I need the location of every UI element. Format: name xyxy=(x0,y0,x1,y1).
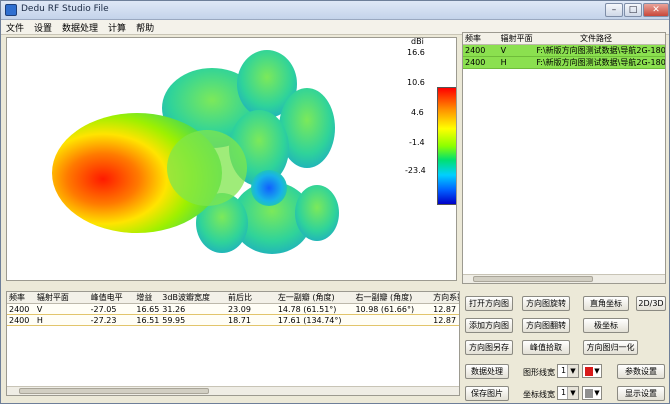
column-header[interactable]: 方向系数 xyxy=(425,292,459,303)
menu-calculate[interactable]: 计算 xyxy=(103,20,131,34)
table-row[interactable]: 2400 V F:\新版方向图测试数据\导航2G-180 xyxy=(463,45,665,57)
cell: 16.65 xyxy=(136,305,160,314)
menu-settings[interactable]: 设置 xyxy=(29,20,57,34)
table-row[interactable]: 2400 H F:\新版方向图测试数据\导航2G-180 xyxy=(463,57,665,69)
cell: F:\新版方向图测试数据\导航2G-180 xyxy=(536,58,665,67)
rotate-pattern-button[interactable]: 方向图旋转 xyxy=(522,296,570,311)
pattern-plot-area[interactable]: dBi 16.6 10.6 4.6 -1.4 -23.4 xyxy=(6,37,457,281)
cell: V xyxy=(36,305,43,314)
column-header[interactable]: 频率 xyxy=(7,292,35,303)
polar-coords-button[interactable]: 极坐标 xyxy=(583,318,629,333)
graph-color-swatch xyxy=(585,367,593,376)
menu-help[interactable]: 帮助 xyxy=(131,20,159,34)
column-header[interactable]: 文件路径 xyxy=(550,33,665,44)
cell xyxy=(345,315,425,325)
app-icon xyxy=(5,4,17,16)
cell: 31.26 xyxy=(162,305,186,314)
column-header[interactable]: 辐射平面 xyxy=(499,33,550,44)
data-processing-button[interactable]: 数据处理 xyxy=(465,364,509,379)
title-bar: Dedu RF Studio File – □ ✕ xyxy=(1,1,669,20)
cell: 12.87 xyxy=(433,305,457,314)
column-header[interactable]: 频率 xyxy=(463,33,499,44)
graph-line-width-select[interactable]: 1 ▼ xyxy=(557,364,579,378)
add-pattern-button[interactable]: 添加方向图 xyxy=(465,318,513,333)
graph-color-picker[interactable]: ▼ xyxy=(582,364,602,378)
axis-line-width-label: 坐标线宽 xyxy=(523,390,555,399)
column-header[interactable]: 左一副瓣 (角度) xyxy=(266,292,346,303)
cell: 18.71 xyxy=(228,316,251,325)
scrollbar-thumb[interactable] xyxy=(19,388,209,394)
normalize-pattern-button[interactable]: 方向图归一化 xyxy=(583,340,638,355)
chevron-down-icon: ▼ xyxy=(594,367,600,375)
parameter-settings-button[interactable]: 参数设置 xyxy=(617,364,665,379)
rectangular-coords-button[interactable]: 直角坐标 xyxy=(583,296,629,311)
cell: H xyxy=(500,58,507,67)
maximize-button[interactable]: □ xyxy=(624,3,642,17)
cell: 12.87 xyxy=(433,316,457,325)
colorbar-tick: -1.4 xyxy=(409,138,425,147)
back-lobe xyxy=(251,170,287,206)
cell: -27.23 xyxy=(90,316,117,325)
2d-3d-toggle-button[interactable]: 2D/3D xyxy=(636,296,666,311)
cell: 10.98 (61.66°) xyxy=(355,305,415,314)
table-row[interactable]: 2400 H -27.23 16.51 59.95 18.71 17.61 (1… xyxy=(7,315,459,326)
colorbar-tick: -23.4 xyxy=(405,166,426,175)
app-window: Dedu RF Studio File – □ ✕ 文件 设置 数据处理 计算 帮助 xyxy=(0,0,670,404)
column-header[interactable]: 前后比 xyxy=(220,292,266,303)
axis-color-swatch xyxy=(585,389,593,398)
minimize-button[interactable]: – xyxy=(605,3,623,17)
table-header: 频率 辐射平面 文件路径 xyxy=(463,33,665,45)
table-header: 频率 辐射平面 峰值电平 增益 3dB波瓣宽度 前后比 左一副瓣 (角度) 右一… xyxy=(7,292,459,304)
file-list-table[interactable]: 频率 辐射平面 文件路径 2400 V F:\新版方向图测试数据\导航2G-18… xyxy=(462,32,666,284)
flip-pattern-button[interactable]: 方向图翻转 xyxy=(522,318,570,333)
menu-file[interactable]: 文件 xyxy=(1,20,29,34)
axis-line-width-select[interactable]: 1 ▼ xyxy=(557,386,579,400)
chevron-down-icon: ▼ xyxy=(567,387,578,399)
cell: 59.95 xyxy=(162,316,186,325)
main-lobe-neck xyxy=(167,130,247,206)
display-settings-button[interactable]: 显示设置 xyxy=(617,386,665,401)
cell: 2400 xyxy=(465,46,486,55)
save-image-button[interactable]: 保存图片 xyxy=(465,386,509,401)
cell: 16.51 xyxy=(136,316,160,325)
table-row[interactable]: 2400 V -27.05 16.65 31.26 23.09 14.78 (6… xyxy=(7,304,459,315)
column-header[interactable]: 峰值电平 xyxy=(83,292,135,303)
menu-data-processing[interactable]: 数据处理 xyxy=(57,20,103,34)
close-button[interactable]: ✕ xyxy=(643,3,669,17)
open-pattern-button[interactable]: 打开方向图 xyxy=(465,296,513,311)
cell: F:\新版方向图测试数据\导航2G-180 xyxy=(536,46,665,55)
results-table[interactable]: 频率 辐射平面 峰值电平 增益 3dB波瓣宽度 前后比 左一副瓣 (角度) 右一… xyxy=(6,291,460,396)
scrollbar-thumb[interactable] xyxy=(473,276,593,282)
graph-line-width-label: 图形线宽 xyxy=(523,368,555,377)
cell: 23.09 xyxy=(228,305,251,314)
chevron-down-icon: ▼ xyxy=(567,365,578,377)
column-header[interactable]: 右一副瓣 (角度) xyxy=(345,292,425,303)
cell: 2400 xyxy=(465,58,486,67)
colorbar-tick: 16.6 xyxy=(407,48,425,57)
cell: 2400 xyxy=(9,305,30,314)
colorbar-unit: dBi xyxy=(411,37,424,46)
side-lobe-lower-right xyxy=(295,185,339,241)
horizontal-scrollbar[interactable] xyxy=(463,274,665,283)
cell: V xyxy=(500,46,507,55)
colorbar-tick: 10.6 xyxy=(407,78,425,87)
chevron-down-icon: ▼ xyxy=(594,389,600,397)
save-pattern-as-button[interactable]: 方向图另存 xyxy=(465,340,513,355)
colorbar-tick: 4.6 xyxy=(411,108,424,117)
cell: -27.05 xyxy=(90,305,117,314)
column-header[interactable]: 增益 xyxy=(134,292,160,303)
horizontal-scrollbar[interactable] xyxy=(7,386,459,395)
axis-color-picker[interactable]: ▼ xyxy=(582,386,602,400)
cell: 17.61 (134.74°) xyxy=(277,316,342,325)
column-header[interactable]: 3dB波瓣宽度 xyxy=(160,292,220,303)
window-title: Dedu RF Studio File xyxy=(21,4,109,14)
cell: 2400 xyxy=(9,316,30,325)
radiation-pattern-3d xyxy=(52,50,339,254)
cell: H xyxy=(36,316,43,325)
cell: 14.78 (61.51°) xyxy=(277,305,337,314)
colorbar xyxy=(437,87,456,205)
peak-pick-button[interactable]: 峰值拾取 xyxy=(522,340,570,355)
column-header[interactable]: 辐射平面 xyxy=(35,292,83,303)
